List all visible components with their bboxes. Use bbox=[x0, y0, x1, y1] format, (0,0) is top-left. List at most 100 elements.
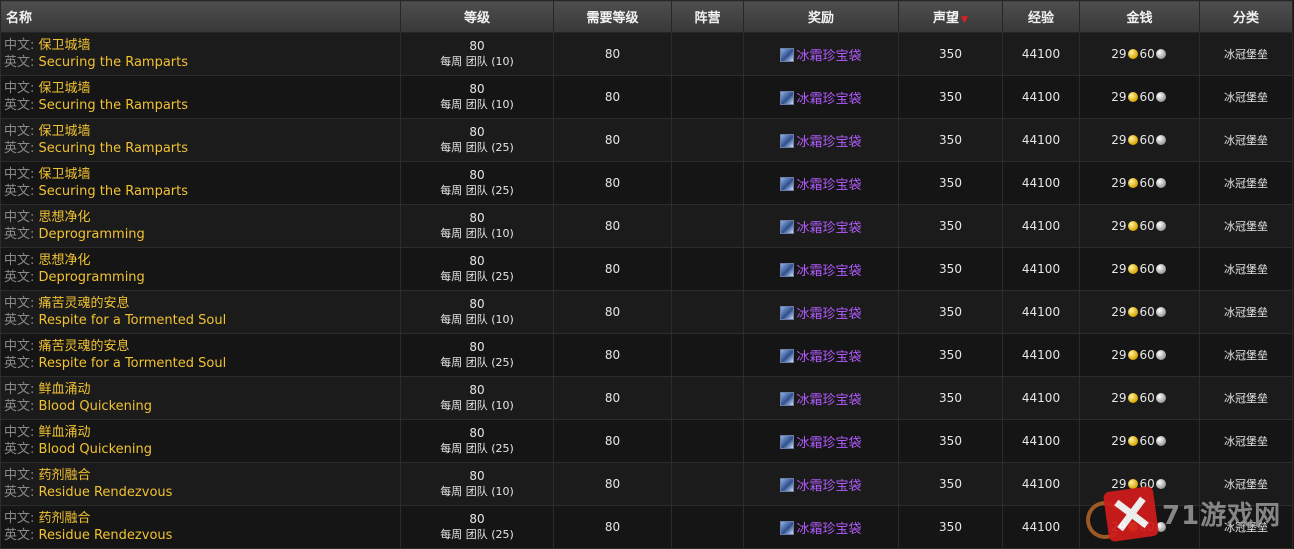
quest-name-en-link[interactable]: Respite for a Tormented Soul bbox=[39, 356, 227, 371]
quest-name-cn-link[interactable]: 思想净化 bbox=[39, 253, 91, 268]
gold-coin-icon bbox=[1127, 221, 1138, 231]
col-header-category[interactable]: 分类 bbox=[1199, 0, 1293, 33]
gold-amount: 29 bbox=[1111, 262, 1127, 276]
frost-treasure-bag-icon[interactable] bbox=[780, 47, 795, 62]
quest-name-cn-link[interactable]: 保卫城墙 bbox=[39, 81, 91, 96]
reputation-value: 350 bbox=[898, 161, 1003, 205]
frost-treasure-bag-icon[interactable] bbox=[780, 262, 795, 277]
frost-treasure-bag-icon[interactable] bbox=[780, 90, 795, 105]
col-header-level[interactable]: 等级 bbox=[400, 0, 554, 33]
quest-name-en-link[interactable]: Blood Quickening bbox=[39, 399, 152, 414]
category-link[interactable]: 冰冠堡垒 bbox=[1199, 376, 1293, 420]
quest-name-en-link[interactable]: Securing the Ramparts bbox=[39, 184, 189, 199]
category-link[interactable]: 冰冠堡垒 bbox=[1199, 204, 1293, 248]
faction-cell bbox=[671, 32, 744, 76]
frost-treasure-bag-icon[interactable] bbox=[780, 348, 795, 363]
quest-name-en-link[interactable]: Securing the Ramparts bbox=[39, 141, 189, 156]
silver-coin-icon bbox=[1155, 221, 1166, 231]
quest-name-en-link[interactable]: Residue Rendezvous bbox=[39, 485, 173, 500]
col-header-req-level[interactable]: 需要等级 bbox=[553, 0, 672, 33]
col-header-reputation[interactable]: 声望 ▼ bbox=[898, 0, 1003, 33]
quest-name-cn-link[interactable]: 保卫城墙 bbox=[39, 167, 91, 182]
quest-name-en-link[interactable]: Securing the Ramparts bbox=[39, 98, 189, 113]
frost-treasure-bag-icon[interactable] bbox=[780, 520, 795, 535]
reward-link[interactable]: 冰霜珍宝袋 bbox=[796, 393, 861, 408]
category-link[interactable]: 冰冠堡垒 bbox=[1199, 419, 1293, 463]
frost-treasure-bag-icon[interactable] bbox=[780, 434, 795, 449]
quest-name-en-link[interactable]: Deprogramming bbox=[39, 270, 145, 285]
quest-name-cn-link[interactable]: 药剂融合 bbox=[39, 468, 91, 483]
quest-name-en-link[interactable]: Deprogramming bbox=[39, 227, 145, 242]
faction-cell bbox=[671, 161, 744, 205]
quest-name-en-link[interactable]: Blood Quickening bbox=[39, 442, 152, 457]
faction-cell bbox=[671, 75, 744, 119]
money-cell: 29 60 bbox=[1079, 419, 1200, 463]
cn-prefix: 中文: bbox=[4, 511, 35, 526]
faction-cell bbox=[671, 118, 744, 162]
quest-name-en-link[interactable]: Respite for a Tormented Soul bbox=[39, 313, 227, 328]
faction-cell bbox=[671, 462, 744, 506]
col-header-name[interactable]: 名称 bbox=[0, 0, 401, 33]
reward-link[interactable]: 冰霜珍宝袋 bbox=[796, 92, 861, 107]
faction-cell bbox=[671, 333, 744, 377]
reward-link[interactable]: 冰霜珍宝袋 bbox=[796, 307, 861, 322]
faction-cell bbox=[671, 505, 744, 549]
quest-name-cn-link[interactable]: 保卫城墙 bbox=[39, 38, 91, 53]
quest-level: 80 bbox=[469, 82, 485, 96]
quest-name-en-link[interactable]: Securing the Ramparts bbox=[39, 55, 189, 70]
table-row: 中文: 思想净化 英文: Deprogramming 80 每周 团队 (25) 80 冰… bbox=[0, 247, 1293, 291]
reward-link[interactable]: 冰霜珍宝袋 bbox=[796, 436, 861, 451]
quest-name-cn-link[interactable]: 思想净化 bbox=[39, 210, 91, 225]
category-link[interactable]: 冰冠堡垒 bbox=[1199, 161, 1293, 205]
col-header-faction[interactable]: 阵营 bbox=[671, 0, 744, 33]
category-link[interactable]: 冰冠堡垒 bbox=[1199, 247, 1293, 291]
category-link[interactable]: 冰冠堡垒 bbox=[1199, 75, 1293, 119]
reward-link[interactable]: 冰霜珍宝袋 bbox=[796, 178, 861, 193]
frost-treasure-bag-icon[interactable] bbox=[780, 305, 795, 320]
reward-link[interactable]: 冰霜珍宝袋 bbox=[796, 522, 861, 537]
table-row: 中文: 保卫城墙 英文: Securing the Ramparts 80 每周 团队… bbox=[0, 75, 1293, 119]
gold-coin-icon bbox=[1127, 92, 1138, 102]
site-watermark: 71游戏网 bbox=[1086, 485, 1286, 543]
quest-name-cell: 中文: 保卫城墙 英文: Securing the Ramparts bbox=[0, 118, 401, 162]
col-header-experience[interactable]: 经验 bbox=[1002, 0, 1080, 33]
experience-value: 44100 bbox=[1002, 204, 1080, 248]
quest-level: 80 bbox=[469, 426, 485, 440]
category-link[interactable]: 冰冠堡垒 bbox=[1199, 333, 1293, 377]
frost-treasure-bag-icon[interactable] bbox=[780, 219, 795, 234]
required-level: 80 bbox=[553, 204, 672, 248]
quest-name-cell: 中文: 痛苦灵魂的安息 英文: Respite for a Tormented S… bbox=[0, 333, 401, 377]
frost-treasure-bag-icon[interactable] bbox=[780, 176, 795, 191]
col-header-money[interactable]: 金钱 bbox=[1079, 0, 1200, 33]
quest-name-en-link[interactable]: Residue Rendezvous bbox=[39, 528, 173, 543]
quest-name-cn-link[interactable]: 鲜血涌动 bbox=[39, 382, 91, 397]
reward-link[interactable]: 冰霜珍宝袋 bbox=[796, 350, 861, 365]
reward-link[interactable]: 冰霜珍宝袋 bbox=[796, 264, 861, 279]
reward-link[interactable]: 冰霜珍宝袋 bbox=[796, 135, 861, 150]
quest-type: 每周 团队 (25) bbox=[440, 528, 514, 541]
frost-treasure-bag-icon[interactable] bbox=[780, 133, 795, 148]
quest-name-cn-link[interactable]: 药剂融合 bbox=[39, 511, 91, 526]
quest-name-cell: 中文: 痛苦灵魂的安息 英文: Respite for a Tormented S… bbox=[0, 290, 401, 334]
category-link[interactable]: 冰冠堡垒 bbox=[1199, 290, 1293, 334]
category-link[interactable]: 冰冠堡垒 bbox=[1199, 32, 1293, 76]
reward-link[interactable]: 冰霜珍宝袋 bbox=[796, 49, 861, 64]
quest-level: 80 bbox=[469, 211, 485, 225]
quest-name-cn-link[interactable]: 痛苦灵魂的安息 bbox=[39, 296, 130, 311]
quest-name-cn-link[interactable]: 保卫城墙 bbox=[39, 124, 91, 139]
reward-link[interactable]: 冰霜珍宝袋 bbox=[796, 221, 861, 236]
money-cell: 29 60 bbox=[1079, 333, 1200, 377]
quest-name-cn-link[interactable]: 痛苦灵魂的安息 bbox=[39, 339, 130, 354]
sort-desc-icon[interactable]: ▼ bbox=[961, 15, 968, 25]
category-link[interactable]: 冰冠堡垒 bbox=[1199, 118, 1293, 162]
reward-link[interactable]: 冰霜珍宝袋 bbox=[796, 479, 861, 494]
required-level: 80 bbox=[553, 462, 672, 506]
reputation-value: 350 bbox=[898, 75, 1003, 119]
silver-coin-icon bbox=[1155, 350, 1166, 360]
quest-name-cell: 中文: 药剂融合 英文: Residue Rendezvous bbox=[0, 505, 401, 549]
frost-treasure-bag-icon[interactable] bbox=[780, 391, 795, 406]
cn-prefix: 中文: bbox=[4, 124, 35, 139]
quest-name-cn-link[interactable]: 鲜血涌动 bbox=[39, 425, 91, 440]
col-header-reward[interactable]: 奖励 bbox=[743, 0, 899, 33]
frost-treasure-bag-icon[interactable] bbox=[780, 477, 795, 492]
